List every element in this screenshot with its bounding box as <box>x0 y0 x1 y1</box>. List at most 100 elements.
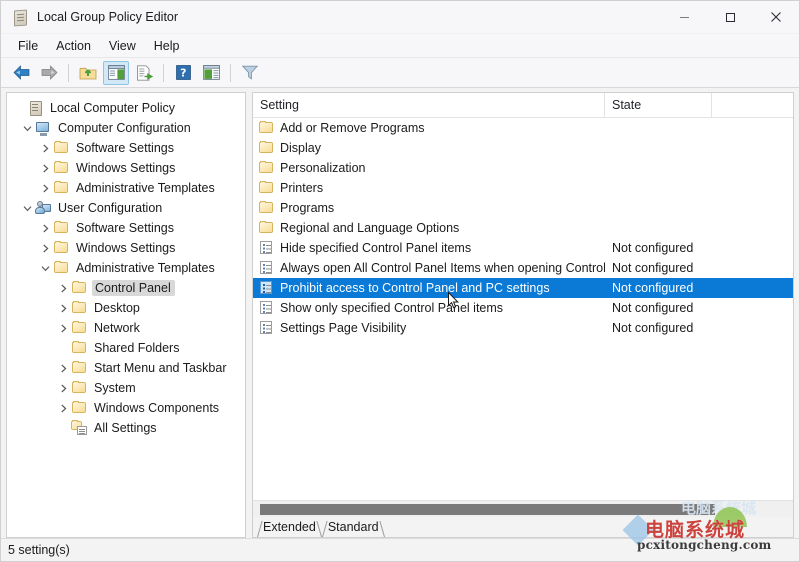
setting-label: Personalization <box>280 161 366 175</box>
tree-item-system[interactable]: System <box>7 378 245 398</box>
tree-item-local-computer-policy[interactable]: Local Computer Policy <box>7 98 245 118</box>
table-row[interactable]: Display <box>253 138 793 158</box>
folder-icon <box>258 180 276 196</box>
table-row[interactable]: Show only specified Control Panel items … <box>253 298 793 318</box>
tree-item-network[interactable]: Network <box>7 318 245 338</box>
chevron-down-icon[interactable] <box>19 200 35 216</box>
scrollbar-thumb[interactable] <box>260 503 715 515</box>
tree-item-administrative-templates-computer[interactable]: Administrative Templates <box>7 178 245 198</box>
tree-item-shared-folders[interactable]: Shared Folders <box>7 338 245 358</box>
chevron-right-icon[interactable] <box>37 140 53 156</box>
table-row[interactable]: Hide specified Control Panel items Not c… <box>253 238 793 258</box>
cell-state: Not configured <box>612 301 694 315</box>
menu-file[interactable]: File <box>9 37 47 55</box>
tree-item-label: User Configuration <box>58 201 163 215</box>
tree-item-windows-components[interactable]: Windows Components <box>7 398 245 418</box>
up-one-level-icon[interactable] <box>75 61 101 85</box>
horizontal-scrollbar[interactable] <box>253 500 793 517</box>
window-title: Local Group Policy Editor <box>37 10 179 24</box>
folder-icon <box>71 320 88 336</box>
chevron-right-icon[interactable] <box>55 400 71 416</box>
cell-setting: Add or Remove Programs <box>253 120 605 136</box>
tree-item-label: Shared Folders <box>94 341 180 355</box>
menu-view[interactable]: View <box>100 37 145 55</box>
export-list-icon[interactable] <box>131 61 157 85</box>
tree-item-windows-settings-computer[interactable]: Windows Settings <box>7 158 245 178</box>
tree-item-software-settings-user[interactable]: Software Settings <box>7 218 245 238</box>
folder-icon <box>71 400 88 416</box>
table-row[interactable]: Programs <box>253 198 793 218</box>
setting-label: Regional and Language Options <box>280 221 460 235</box>
tree-item-administrative-templates-user[interactable]: Administrative Templates <box>7 258 245 278</box>
folder-icon <box>71 300 88 316</box>
chevron-right-icon[interactable] <box>55 280 71 296</box>
tree-item-software-settings-computer[interactable]: Software Settings <box>7 138 245 158</box>
maximize-button[interactable] <box>707 1 753 33</box>
column-header-setting[interactable]: Setting <box>253 93 605 117</box>
chevron-down-icon[interactable] <box>37 260 53 276</box>
setting-label: Programs <box>280 201 335 215</box>
chevron-right-icon[interactable] <box>37 180 53 196</box>
tree-item-label: Network <box>94 321 140 335</box>
minimize-button[interactable] <box>661 1 707 33</box>
menu-bar: File Action View Help <box>1 34 799 58</box>
close-button[interactable] <box>753 1 799 33</box>
table-row[interactable]: Printers <box>253 178 793 198</box>
table-row[interactable]: Personalization <box>253 158 793 178</box>
chevron-right-icon[interactable] <box>37 160 53 176</box>
chevron-right-icon[interactable] <box>55 360 71 376</box>
cell-setting: Show only specified Control Panel items <box>253 300 605 316</box>
toolbar-separator-2 <box>163 63 164 82</box>
table-row[interactable]: Regional and Language Options <box>253 218 793 238</box>
menu-help[interactable]: Help <box>145 37 189 55</box>
column-header-state[interactable]: State <box>605 93 712 117</box>
menu-action[interactable]: Action <box>47 37 100 55</box>
folder-icon <box>258 120 276 136</box>
cell-setting: Programs <box>253 200 605 216</box>
tab-extended[interactable]: Extended <box>257 518 322 537</box>
table-row[interactable]: Settings Page Visibility Not configured <box>253 318 793 338</box>
chevron-down-icon[interactable] <box>19 120 35 136</box>
tree-item-start-menu-and-taskbar[interactable]: Start Menu and Taskbar <box>7 358 245 378</box>
column-header-blank[interactable] <box>712 93 793 117</box>
back-icon[interactable] <box>8 61 34 85</box>
title-bar: Local Group Policy Editor <box>1 1 799 34</box>
chevron-right-icon[interactable] <box>37 220 53 236</box>
table-row[interactable]: Always open All Control Panel Items when… <box>253 258 793 278</box>
console-document-icon <box>11 8 29 27</box>
policy-setting-icon <box>258 280 276 296</box>
tree-item-control-panel[interactable]: Control Panel <box>7 278 245 298</box>
cell-setting: Personalization <box>253 160 605 176</box>
chevron-right-icon[interactable] <box>55 300 71 316</box>
help-icon[interactable]: ? <box>170 61 196 85</box>
chevron-right-icon[interactable] <box>55 320 71 336</box>
tree-item-all-settings[interactable]: All Settings <box>7 418 245 438</box>
folder-icon <box>258 140 276 156</box>
policy-document-icon <box>27 100 44 116</box>
cell-setting: Hide specified Control Panel items <box>253 240 605 256</box>
setting-label: Add or Remove Programs <box>280 121 425 135</box>
table-row-selected[interactable]: Prohibit access to Control Panel and PC … <box>253 278 793 298</box>
window-controls <box>661 1 799 33</box>
console-tree-pane[interactable]: Local Computer Policy Computer Configura… <box>6 92 246 538</box>
tree-item-user-configuration[interactable]: User Configuration <box>7 198 245 218</box>
status-bar: 5 setting(s) <box>1 538 799 561</box>
tree-item-label: Control Panel <box>92 280 175 296</box>
tree-item-computer-configuration[interactable]: Computer Configuration <box>7 118 245 138</box>
table-row[interactable]: Add or Remove Programs <box>253 118 793 138</box>
column-header-setting-label: Setting <box>260 98 299 112</box>
chevron-right-icon[interactable] <box>55 380 71 396</box>
show-action-pane-icon[interactable] <box>198 61 224 85</box>
show-hide-console-tree-icon[interactable] <box>103 60 129 85</box>
settings-list-pane[interactable]: Setting State Add or Remove Programs Dis… <box>252 92 794 538</box>
folder-icon <box>53 180 70 196</box>
chevron-right-icon[interactable] <box>37 240 53 256</box>
setting-label: Prohibit access to Control Panel and PC … <box>280 281 550 295</box>
tree-item-label: Start Menu and Taskbar <box>94 361 227 375</box>
filter-icon[interactable] <box>237 61 263 85</box>
tab-standard[interactable]: Standard <box>322 518 385 537</box>
forward-icon[interactable] <box>36 61 62 85</box>
tree-item-label: Local Computer Policy <box>50 101 176 115</box>
tree-item-desktop[interactable]: Desktop <box>7 298 245 318</box>
tree-item-windows-settings-user[interactable]: Windows Settings <box>7 238 245 258</box>
